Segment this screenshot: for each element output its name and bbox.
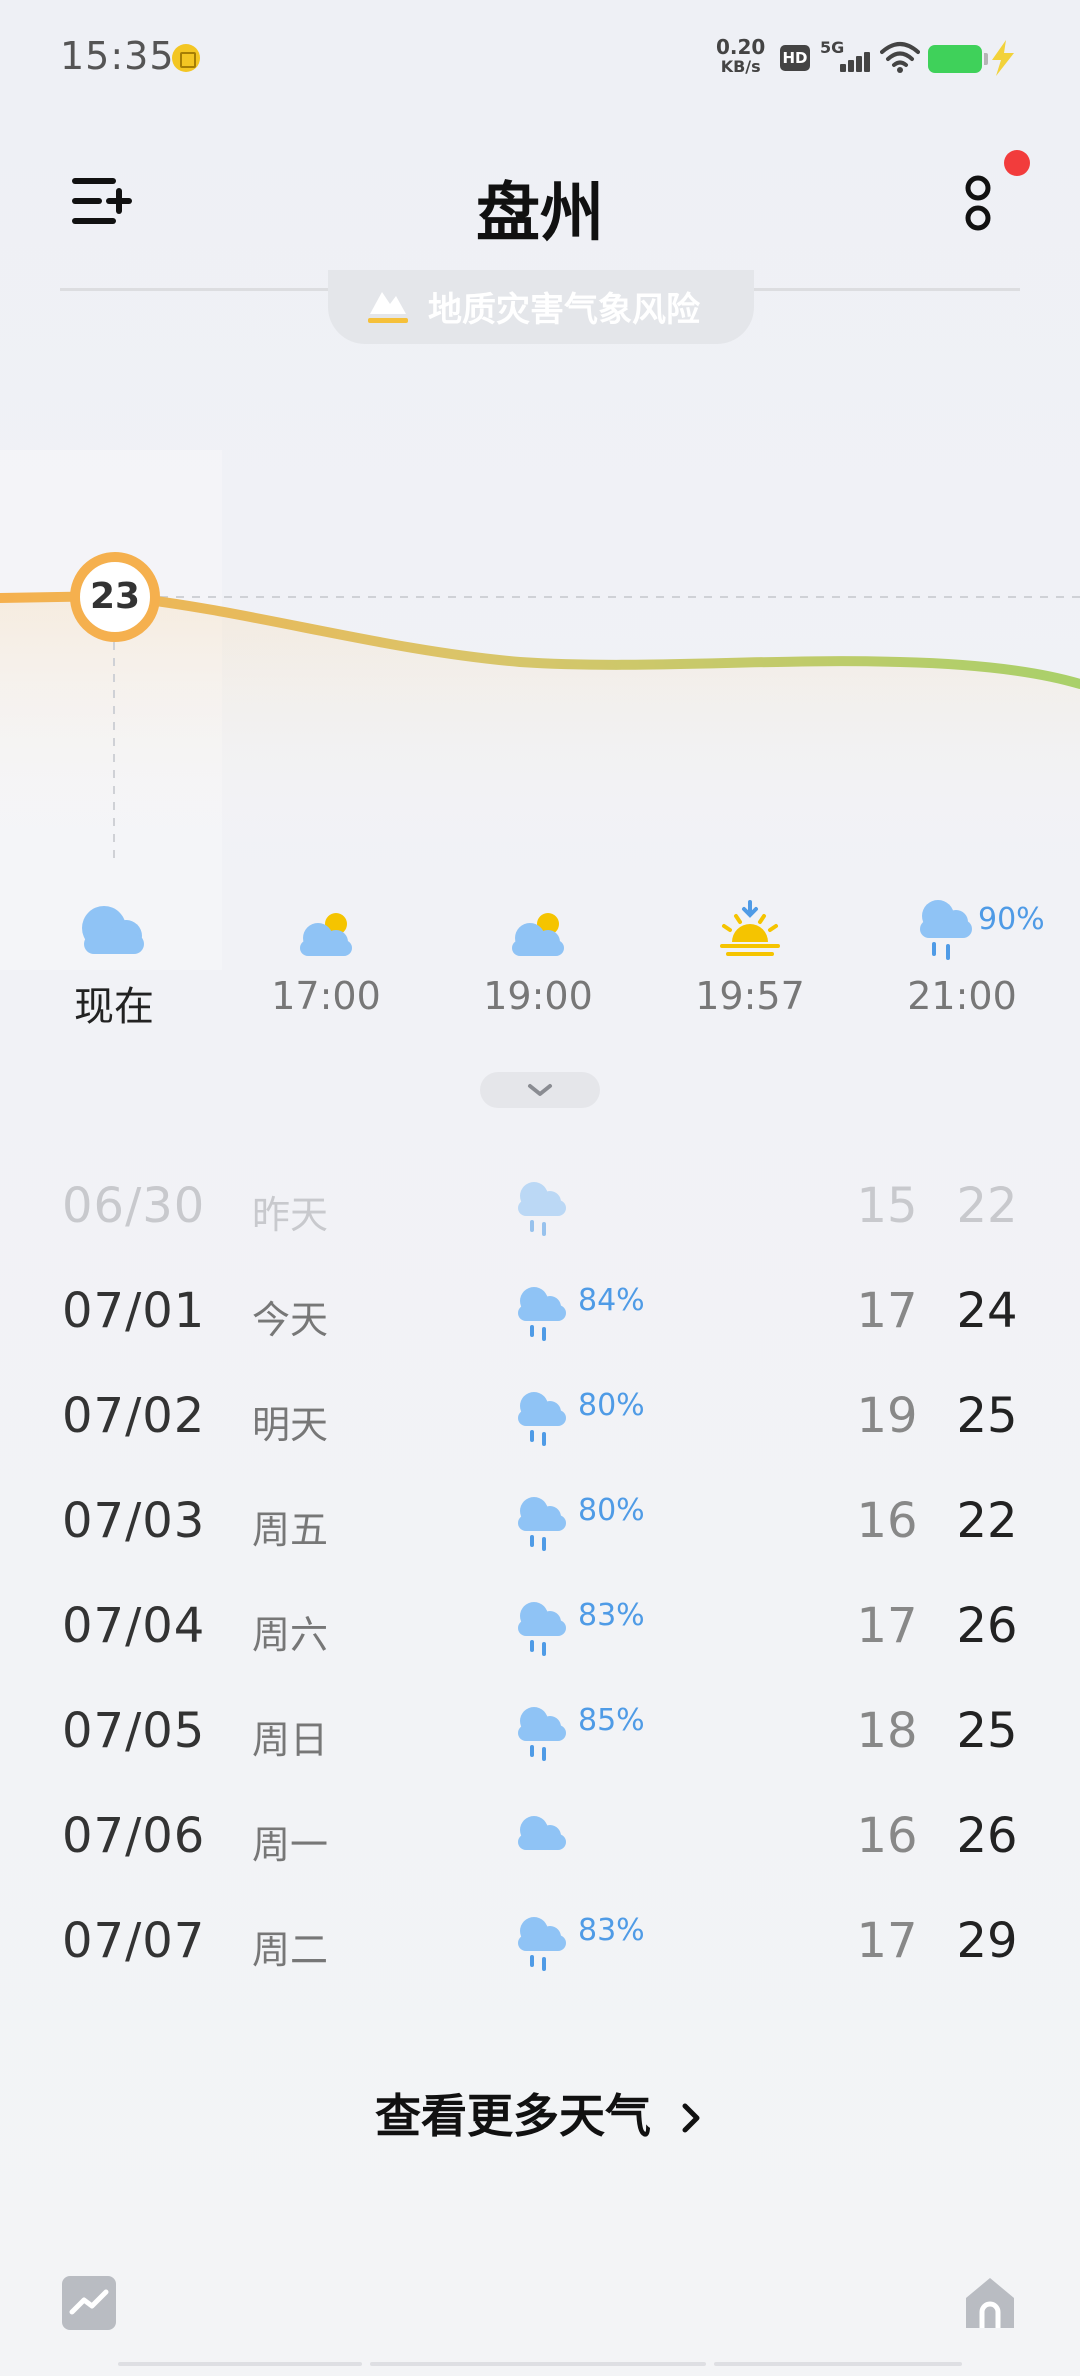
rain-icon [518, 1602, 566, 1656]
daily-weekday: 明天 [252, 1403, 329, 1447]
daily-forecast-row[interactable]: 06/30 昨天 15 22 [0, 1150, 1080, 1254]
current-temperature-badge: 23 [70, 552, 160, 642]
trend-chart-icon[interactable] [62, 2276, 116, 2330]
wifi-icon [880, 42, 920, 73]
precip-probability: 85% [578, 1703, 645, 1738]
charging-icon [992, 40, 1014, 76]
hourly-item[interactable]: 17:00 [236, 896, 416, 1018]
hourly-time-label: 现在 [74, 984, 154, 1030]
hourly-item[interactable]: 90% 21:00 [872, 896, 1052, 1018]
daily-forecast-row[interactable]: 07/07 周二 83% 17 29 [0, 1885, 1080, 1989]
daily-low-temp: 18 [856, 1703, 918, 1759]
daily-high-temp: 24 [956, 1283, 1018, 1339]
daily-weekday: 周五 [252, 1508, 329, 1552]
rain-icon [518, 1287, 566, 1341]
daily-date: 06/30 [62, 1178, 206, 1234]
network-speed-unit: KB/s [720, 57, 761, 76]
cell-signal-icon: 5G [820, 38, 872, 74]
rain-icon [518, 1392, 566, 1446]
rain-icon [518, 1182, 566, 1236]
hourly-item[interactable]: 19:00 [448, 896, 628, 1018]
daily-low-temp: 19 [856, 1388, 918, 1444]
rain-icon [920, 900, 972, 960]
daily-date: 07/03 [62, 1493, 206, 1549]
daily-high-temp: 25 [956, 1703, 1018, 1759]
daily-low-temp: 17 [856, 1283, 918, 1339]
city-title: 盘州 [476, 177, 604, 251]
daily-low-temp: 15 [856, 1178, 918, 1234]
daily-weekday: 周日 [252, 1718, 329, 1762]
weather-warning-banner[interactable]: 地质灾害气象风险 [328, 270, 754, 344]
daily-date: 07/07 [62, 1913, 206, 1969]
cloudy-icon [82, 906, 144, 954]
notification-dot [1004, 150, 1030, 176]
daily-low-temp: 16 [856, 1808, 918, 1864]
hourly-time-label: 19:57 [695, 974, 805, 1018]
precip-probability: 83% [578, 1913, 645, 1948]
home-icon[interactable] [962, 2274, 1018, 2332]
daily-date: 07/06 [62, 1808, 206, 1864]
weather-warning-text: 地质灾害气象风险 [428, 290, 700, 330]
daily-weekday: 周二 [252, 1928, 329, 1972]
daily-date: 07/05 [62, 1703, 206, 1759]
daily-forecast-row[interactable]: 07/01 今天 84% 17 24 [0, 1255, 1080, 1359]
precip-probability: 84% [578, 1283, 645, 1318]
daily-date: 07/01 [62, 1283, 206, 1339]
rain-icon [518, 1917, 566, 1971]
chevron-right-icon [682, 2103, 700, 2133]
hourly-item[interactable]: 现在 [24, 896, 204, 1032]
battery-icon [928, 45, 988, 73]
partly-cloudy-icon [512, 913, 564, 956]
landslide-warning-icon [368, 292, 408, 323]
hourly-time-label: 17:00 [271, 974, 381, 1018]
hourly-time-label: 19:00 [483, 974, 593, 1018]
more-weather-label: 查看更多天气 [374, 2089, 651, 2143]
daily-high-temp: 29 [956, 1913, 1018, 1969]
daily-high-temp: 26 [956, 1598, 1018, 1654]
hourly-item[interactable]: 19:57 [660, 896, 840, 1018]
daily-forecast-row[interactable]: 07/05 周日 85% 18 25 [0, 1675, 1080, 1779]
expand-hourly-button[interactable] [480, 1072, 600, 1108]
rain-icon [518, 1497, 566, 1551]
precip-probability: 80% [578, 1388, 645, 1423]
sunset-icon [720, 900, 780, 956]
daily-high-temp: 26 [956, 1808, 1018, 1864]
daily-low-temp: 17 [856, 1598, 918, 1654]
more-options-icon[interactable] [958, 172, 998, 236]
network-speed-value: 0.20 [716, 35, 766, 59]
precip-probability: 90% [978, 902, 1045, 937]
temperature-curve-chart [0, 590, 1080, 870]
more-weather-button[interactable]: 查看更多天气 [0, 2080, 1080, 2146]
daily-weekday: 今天 [252, 1298, 329, 1342]
daily-forecast-row[interactable]: 07/06 周一 16 26 [0, 1780, 1080, 1884]
daily-high-temp: 25 [956, 1388, 1018, 1444]
daily-forecast-row[interactable]: 07/04 周六 83% 17 26 [0, 1570, 1080, 1674]
daily-weekday: 周六 [252, 1613, 329, 1657]
network-speed: 0.20 KB/s [716, 35, 766, 76]
daily-forecast-row[interactable]: 07/02 明天 80% 19 25 [0, 1360, 1080, 1464]
page-indicator-lines [118, 2362, 962, 2366]
daily-weekday: 昨天 [252, 1193, 329, 1237]
daily-weekday: 周一 [252, 1823, 329, 1867]
daily-high-temp: 22 [956, 1493, 1018, 1549]
daily-low-temp: 17 [856, 1913, 918, 1969]
daily-low-temp: 16 [856, 1493, 918, 1549]
rain-icon [518, 1707, 566, 1761]
precip-probability: 83% [578, 1598, 645, 1633]
daily-date: 07/04 [62, 1598, 206, 1654]
chevron-down-icon [528, 1084, 552, 1096]
hd-voice-icon: HD [780, 45, 810, 71]
network-type-label: 5G [820, 38, 845, 57]
daily-forecast-row[interactable]: 07/03 周五 80% 16 22 [0, 1465, 1080, 1569]
hourly-time-label: 21:00 [907, 974, 1017, 1018]
partly-cloudy-icon [300, 913, 352, 956]
daily-date: 07/02 [62, 1388, 206, 1444]
cloudy-icon [518, 1816, 566, 1850]
precip-probability: 80% [578, 1493, 645, 1528]
coin-notification-icon [172, 44, 200, 72]
daily-high-temp: 22 [956, 1178, 1018, 1234]
status-time: 15:35 [60, 34, 175, 78]
